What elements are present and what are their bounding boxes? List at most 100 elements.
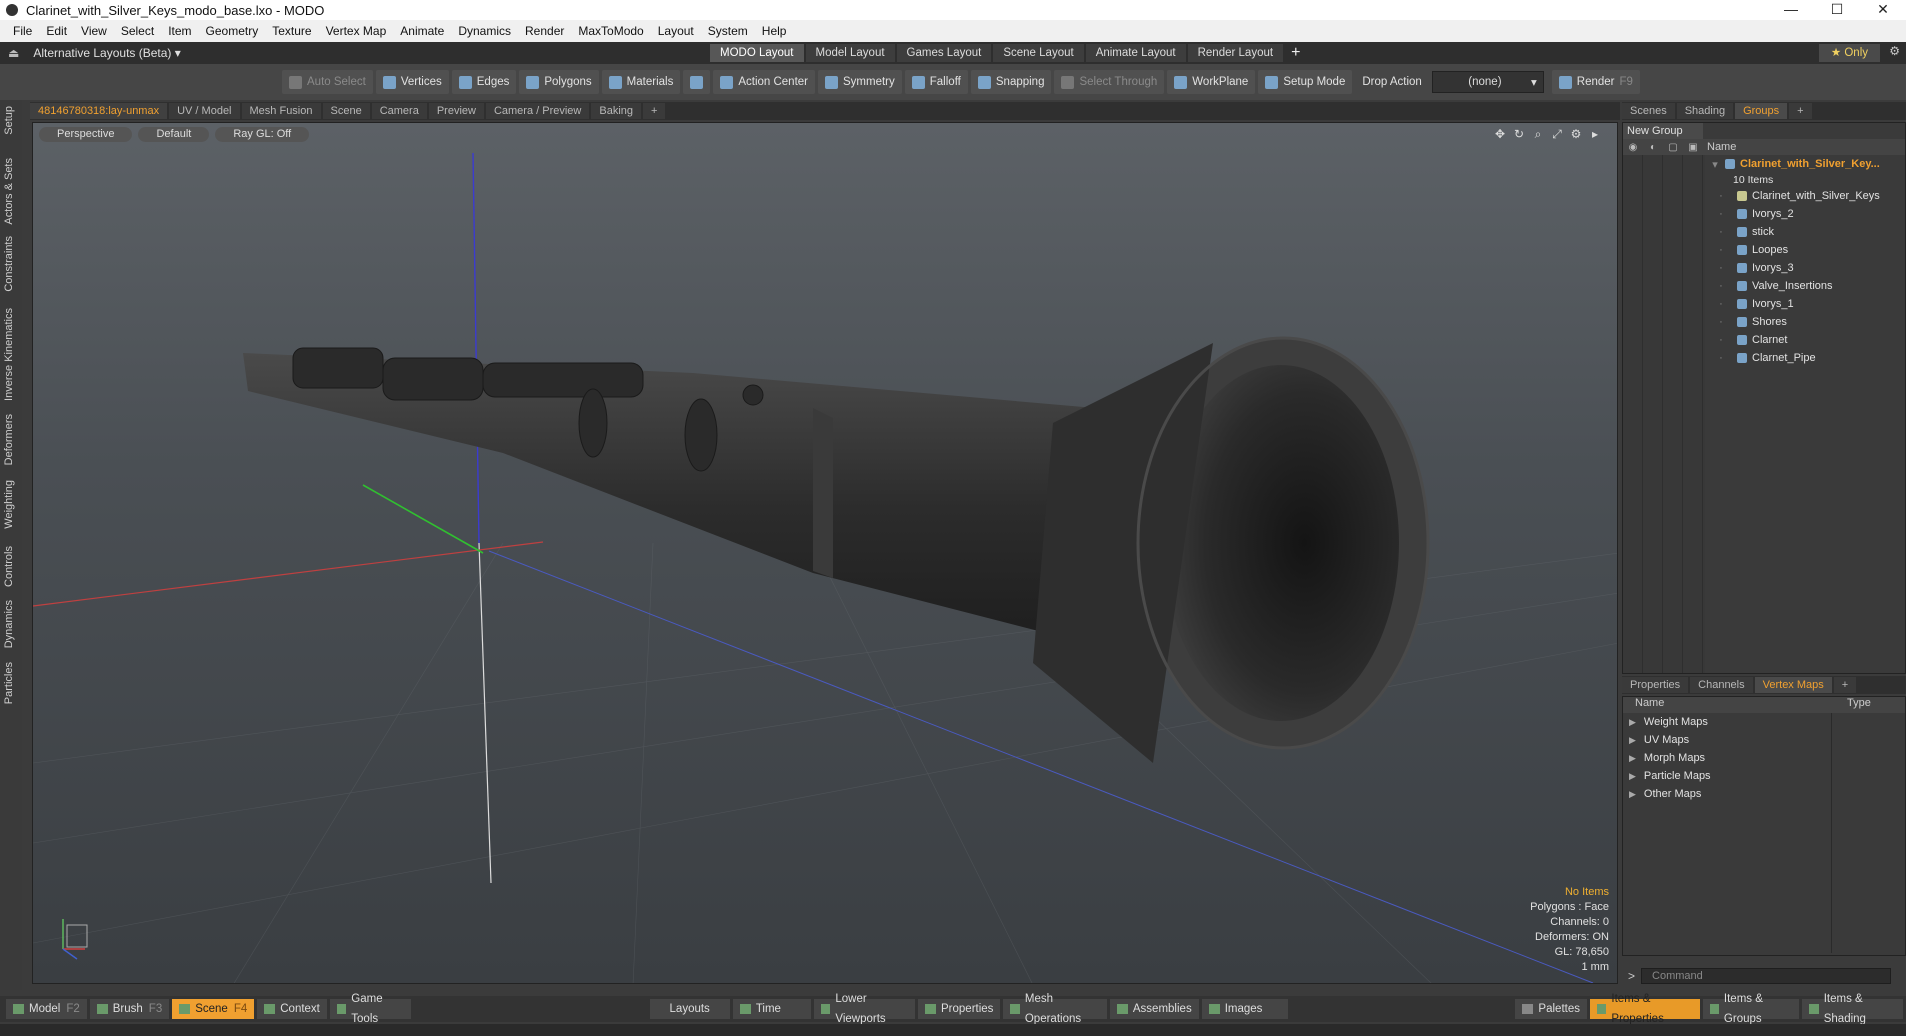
minimize-button[interactable]: — [1768, 0, 1814, 20]
list-item[interactable]: · Ivorys_2 [1623, 205, 1905, 223]
maximize-button[interactable]: ☐ [1814, 0, 1860, 20]
menu-maxtomodo[interactable]: MaxToModo [571, 24, 650, 38]
side-tab-controls[interactable]: Controls [3, 546, 15, 587]
expand-icon[interactable]: ▶ [1629, 753, 1636, 763]
lower-viewports-button[interactable]: Lower Viewports [813, 993, 916, 1025]
eject-icon[interactable]: ⏏ [8, 46, 19, 60]
add-layout-button[interactable]: + [1291, 44, 1300, 62]
lock-icon[interactable]: ▢ [1663, 142, 1683, 153]
side-tab-weighting[interactable]: Weighting [3, 480, 15, 529]
tab-preview[interactable]: Preview [428, 103, 484, 119]
alternative-layouts-dropdown[interactable]: Alternative Layouts (Beta) ▾ [33, 46, 180, 60]
list-item[interactable]: · Clarinet_with_Silver_Keys [1623, 187, 1905, 205]
add-properties-tab[interactable]: + [1833, 677, 1857, 693]
side-tab-particles[interactable]: Particles [3, 662, 15, 704]
game-tools-button[interactable]: Game Tools [329, 993, 411, 1025]
side-tab-deformers[interactable]: Deformers [3, 414, 15, 465]
items-properties-button[interactable]: Items & Properties [1589, 993, 1700, 1025]
tab-channels[interactable]: Channels [1690, 677, 1753, 693]
properties-button[interactable]: Properties [918, 999, 1001, 1019]
tab-modo-layout[interactable]: MODO Layout [710, 44, 804, 62]
items-groups-button[interactable]: Items & Groups [1702, 993, 1800, 1025]
side-tab-actors-sets[interactable]: Actors & Sets [3, 158, 15, 225]
snapping-button[interactable]: Snapping [970, 70, 1052, 94]
select-toggle-icon[interactable]: ▣ [1683, 142, 1703, 153]
materials-button[interactable]: Materials [601, 70, 681, 94]
list-item[interactable]: · Loopes [1623, 241, 1905, 259]
tab-model-layout[interactable]: Model Layout [805, 44, 895, 62]
vm-row-weight-maps[interactable]: ▶ Weight Maps [1623, 713, 1905, 731]
side-tab-inverse-kinematics[interactable]: Inverse Kinematics [3, 308, 15, 401]
tab-camera-preview[interactable]: Camera / Preview [485, 103, 590, 119]
pivot-button[interactable] [683, 70, 711, 94]
expand-icon[interactable]: ▶ [1629, 771, 1636, 781]
menu-geometry[interactable]: Geometry [199, 24, 266, 38]
menu-layout[interactable]: Layout [651, 24, 701, 38]
list-item[interactable]: · Ivorys_3 [1623, 259, 1905, 277]
tab-scene-layout[interactable]: Scene Layout [993, 44, 1084, 62]
tab-shading[interactable]: Shading [1676, 103, 1734, 119]
menu-select[interactable]: Select [114, 24, 161, 38]
menu-render[interactable]: Render [518, 24, 571, 38]
vm-row-particle-maps[interactable]: ▶ Particle Maps [1623, 767, 1905, 785]
side-tab-setup[interactable]: Setup [3, 106, 15, 135]
viewport-gear-icon[interactable]: ⚙ [1568, 127, 1584, 143]
menu-texture[interactable]: Texture [265, 24, 318, 38]
tab-mesh-fusion[interactable]: Mesh Fusion [241, 103, 321, 119]
tab-lay-unmax[interactable]: 48146780318:lay-unmax [30, 103, 168, 119]
list-item[interactable]: · Ivorys_1 [1623, 295, 1905, 313]
list-item[interactable]: · Valve_Insertions [1623, 277, 1905, 295]
menu-vertex-map[interactable]: Vertex Map [319, 24, 394, 38]
tab-properties[interactable]: Properties [1622, 677, 1689, 693]
render-toggle-icon[interactable]: ◐ [1643, 142, 1663, 153]
rotate-icon[interactable]: ↻ [1511, 127, 1527, 143]
raygl-toggle[interactable]: Ray GL: Off [215, 127, 310, 142]
tab-scenes[interactable]: Scenes [1622, 103, 1675, 119]
render-button[interactable]: Render F9 [1551, 70, 1640, 94]
vertices-button[interactable]: Vertices [375, 70, 449, 94]
palettes-button[interactable]: Palettes [1515, 999, 1587, 1019]
falloff-button[interactable]: Falloff [904, 70, 968, 94]
menu-help[interactable]: Help [755, 24, 794, 38]
list-item[interactable]: · Clarnet [1623, 331, 1905, 349]
items-shading-button[interactable]: Items & Shading [1802, 993, 1904, 1025]
auto-select-button[interactable]: Auto Select [282, 70, 373, 94]
viewport-menu-icon[interactable]: ▸ [1587, 127, 1603, 143]
tab-render-layout[interactable]: Render Layout [1187, 44, 1284, 62]
tab-animate-layout[interactable]: Animate Layout [1085, 44, 1186, 62]
list-item[interactable]: · Clarnet_Pipe [1623, 349, 1905, 367]
context-button[interactable]: Context [257, 999, 327, 1019]
menu-edit[interactable]: Edit [39, 24, 74, 38]
model-mode-button[interactable]: Model F2 [6, 999, 87, 1019]
vm-row-other-maps[interactable]: ▶ Other Maps [1623, 785, 1905, 803]
add-panel-tab[interactable]: + [1789, 103, 1812, 119]
list-item[interactable]: · Shores [1623, 313, 1905, 331]
command-input[interactable]: Command [1641, 968, 1892, 984]
menu-dynamics[interactable]: Dynamics [451, 24, 518, 38]
vm-row-uv-maps[interactable]: ▶ UV Maps [1623, 731, 1905, 749]
eye-icon[interactable]: ◉ [1623, 142, 1643, 153]
side-tab-constraints[interactable]: Constraints [3, 236, 15, 292]
projection-dropdown[interactable]: Perspective [39, 127, 133, 142]
add-tab-button[interactable]: + [643, 103, 666, 119]
gear-icon[interactable]: ⚙ [1889, 44, 1900, 58]
tab-camera[interactable]: Camera [371, 103, 427, 119]
menu-system[interactable]: System [701, 24, 755, 38]
images-button[interactable]: Images [1201, 999, 1289, 1019]
tab-vertex-maps[interactable]: Vertex Maps [1754, 677, 1832, 693]
drop-action-select[interactable]: (none) ▾ [1431, 71, 1544, 93]
setup-mode-button[interactable]: Setup Mode [1258, 70, 1353, 94]
expand-icon[interactable]: ▶ [1629, 735, 1636, 745]
close-button[interactable]: ✕ [1860, 0, 1906, 20]
expand-icon[interactable]: ▶ [1629, 717, 1636, 727]
menu-item[interactable]: Item [161, 24, 198, 38]
layouts-button[interactable]: Layouts [649, 999, 730, 1019]
menu-view[interactable]: View [74, 24, 114, 38]
mesh-operations-button[interactable]: Mesh Operations [1003, 993, 1107, 1025]
zoom-icon[interactable]: ⌕ [1530, 127, 1546, 143]
tab-scene[interactable]: Scene [322, 103, 370, 119]
side-tab-dynamics[interactable]: Dynamics [3, 600, 15, 648]
menu-animate[interactable]: Animate [393, 24, 451, 38]
assemblies-button[interactable]: Assemblies [1109, 999, 1199, 1019]
3d-viewport[interactable]: Perspective Default Ray GL: Off ✥ ↻ ⌕ ⤢ … [32, 122, 1618, 984]
